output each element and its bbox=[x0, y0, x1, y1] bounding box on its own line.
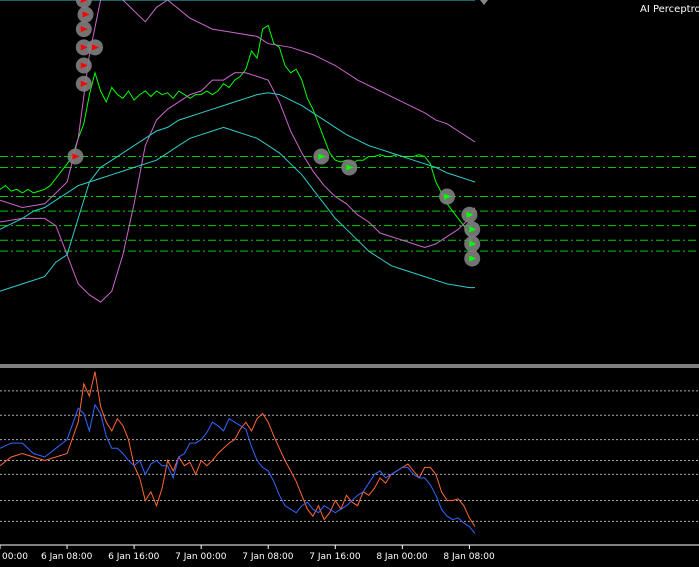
time-tick-label-3: 7 Jan 00:00 bbox=[175, 552, 227, 562]
time-tick-label-4: 7 Jan 08:00 bbox=[242, 552, 294, 562]
signal-marker-buy-14[interactable] bbox=[464, 250, 481, 267]
signal-marker-buy-8[interactable] bbox=[313, 148, 330, 165]
time-tick-label-5: 7 Jan 16:00 bbox=[309, 552, 361, 562]
time-tick-label-2: 6 Jan 16:00 bbox=[108, 552, 160, 562]
chart-background bbox=[0, 0, 699, 567]
signal-marker-buy-10[interactable] bbox=[439, 188, 456, 205]
signal-marker-sell-2[interactable] bbox=[75, 21, 92, 38]
signal-marker-buy-12[interactable] bbox=[464, 221, 481, 238]
time-tick-label-1: 6 Jan 08:00 bbox=[41, 552, 93, 562]
signal-marker-sell-5[interactable] bbox=[75, 57, 92, 74]
signal-marker-sell-6[interactable] bbox=[75, 75, 92, 92]
indicator-title: AI Perceptron bbox=[640, 4, 699, 15]
signal-marker-sell-4[interactable] bbox=[87, 39, 103, 56]
signal-marker-buy-13[interactable] bbox=[464, 235, 481, 252]
time-tick-label-0: 00:00 bbox=[2, 552, 28, 562]
time-tick-label-6: 8 Jan 00:00 bbox=[376, 552, 428, 562]
signal-marker-buy-9[interactable] bbox=[341, 159, 358, 176]
time-tick-label-7: 8 Jan 08:00 bbox=[443, 552, 495, 562]
signal-marker-sell-1[interactable] bbox=[77, 6, 94, 23]
signal-marker-sell-7[interactable] bbox=[67, 148, 84, 165]
signal-marker-buy-11[interactable] bbox=[461, 206, 478, 223]
trading-chart[interactable]: 00:00 6 Jan 08:00 6 Jan 16:00 7 Jan 00:00 7 … bbox=[0, 0, 699, 567]
